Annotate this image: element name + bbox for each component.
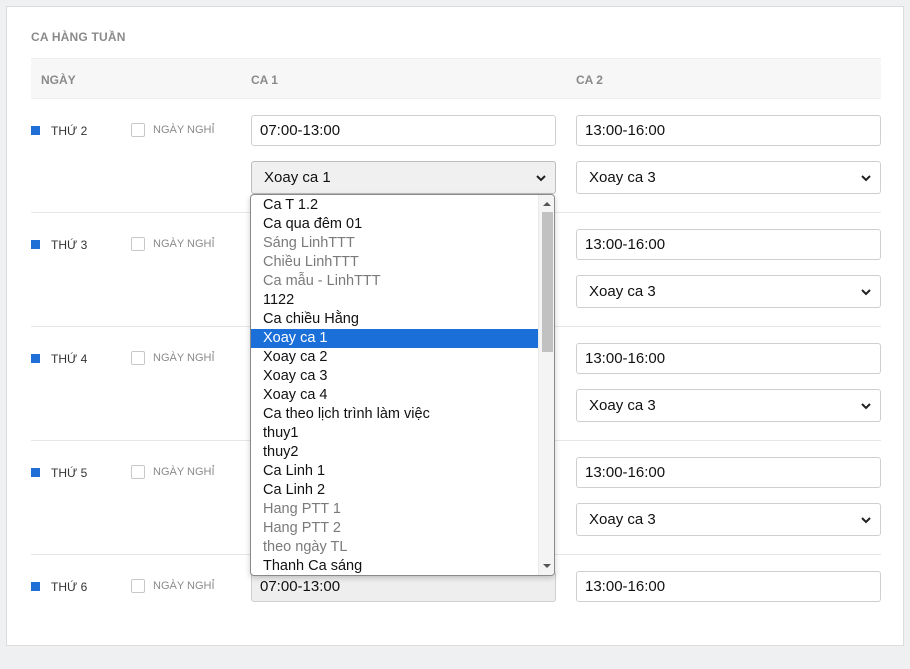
- shift2-time-input[interactable]: 13:00-16:00: [576, 571, 881, 602]
- day-off-label: NGÀY NGHỈ: [153, 124, 215, 136]
- dropdown-option[interactable]: Xoay ca 4: [251, 386, 538, 405]
- day-off-checkbox[interactable]: [131, 465, 145, 479]
- chevron-down-icon: [861, 175, 871, 182]
- shift2-time-input[interactable]: 13:00-16:00: [576, 343, 881, 374]
- table-header: NGÀY CA 1 CA 2: [31, 58, 881, 99]
- shift2-time-input[interactable]: 13:00-16:00: [576, 229, 881, 260]
- day-label: THỨ 2: [51, 124, 88, 138]
- dropdown-option[interactable]: Thanh Ca sáng: [251, 557, 538, 575]
- day-label: THỨ 6: [51, 580, 88, 594]
- section-title: CA HÀNG TUẦN: [31, 30, 126, 44]
- dropdown-option[interactable]: thuy1: [251, 424, 538, 443]
- dropdown-option[interactable]: Hang PTT 1: [251, 500, 538, 519]
- dropdown-option[interactable]: Xoay ca 1: [251, 329, 538, 348]
- dropdown-option[interactable]: Ca Linh 1: [251, 462, 538, 481]
- shift2-select-value: Xoay ca 3: [589, 283, 656, 300]
- scrollbar-thumb[interactable]: [542, 212, 553, 352]
- dropdown-option[interactable]: thuy2: [251, 443, 538, 462]
- day-label: THỨ 4: [51, 352, 88, 366]
- scroll-up-arrow-icon[interactable]: [543, 200, 551, 208]
- day-off-label: NGÀY NGHỈ: [153, 466, 215, 478]
- shift2-select[interactable]: Xoay ca 3: [576, 275, 881, 308]
- dropdown-option[interactable]: Ca qua đêm 01: [251, 215, 538, 234]
- day-marker: [31, 468, 40, 477]
- column-header-day: NGÀY: [41, 73, 76, 87]
- dropdown-option[interactable]: Ca T 1.2: [251, 196, 538, 215]
- dropdown-option[interactable]: Xoay ca 2: [251, 348, 538, 367]
- day-marker: [31, 354, 40, 363]
- day-off-checkbox[interactable]: [131, 237, 145, 251]
- day-marker: [31, 240, 40, 249]
- shift2-select-value: Xoay ca 3: [589, 169, 656, 186]
- dropdown-option[interactable]: Sáng LinhTTT: [251, 234, 538, 253]
- shift2-time-input[interactable]: 13:00-16:00: [576, 457, 881, 488]
- shift1-select-value: Xoay ca 1: [264, 169, 331, 186]
- shift1-select-dropdown[interactable]: Ca T 1.2 Ca qua đêm 01 Sáng LinhTTT Chiều L…: [250, 194, 555, 576]
- day-off-checkbox[interactable]: [131, 123, 145, 137]
- shift2-select[interactable]: Xoay ca 3: [576, 503, 881, 536]
- dropdown-option[interactable]: 1122: [251, 291, 538, 310]
- dropdown-option[interactable]: Xoay ca 3: [251, 367, 538, 386]
- chevron-down-icon: [536, 175, 546, 182]
- dropdown-option[interactable]: Ca chiều Hằng: [251, 310, 538, 329]
- column-header-shift1: CA 1: [251, 73, 278, 87]
- day-marker: [31, 582, 40, 591]
- dropdown-option[interactable]: Ca theo lịch trình làm việc: [251, 405, 538, 424]
- day-label: THỨ 3: [51, 238, 88, 252]
- shift2-time-input[interactable]: 13:00-16:00: [576, 115, 881, 146]
- column-header-shift2: CA 2: [576, 73, 603, 87]
- dropdown-option[interactable]: Chiều LinhTTT: [251, 253, 538, 272]
- day-off-label: NGÀY NGHỈ: [153, 580, 215, 592]
- dropdown-option[interactable]: Ca Linh 2: [251, 481, 538, 500]
- shift2-select[interactable]: Xoay ca 3: [576, 161, 881, 194]
- day-label: THỨ 5: [51, 466, 88, 480]
- chevron-down-icon: [861, 517, 871, 524]
- shift2-select-value: Xoay ca 3: [589, 397, 656, 414]
- day-off-checkbox[interactable]: [131, 579, 145, 593]
- dropdown-scrollbar[interactable]: [538, 195, 554, 575]
- day-off-label: NGÀY NGHỈ: [153, 238, 215, 250]
- day-marker: [31, 126, 40, 135]
- shift1-time-input[interactable]: 07:00-13:00: [251, 115, 556, 146]
- dropdown-option[interactable]: Hang PTT 2: [251, 519, 538, 538]
- shift2-select-value: Xoay ca 3: [589, 511, 656, 528]
- shift1-select[interactable]: Xoay ca 1: [251, 161, 556, 194]
- chevron-down-icon: [861, 289, 871, 296]
- day-off-label: NGÀY NGHỈ: [153, 352, 215, 364]
- dropdown-option[interactable]: Ca mẫu - LinhTTT: [251, 272, 538, 291]
- scroll-down-arrow-icon[interactable]: [543, 562, 551, 570]
- chevron-down-icon: [861, 403, 871, 410]
- dropdown-option[interactable]: theo ngày TL: [251, 538, 538, 557]
- shift2-select[interactable]: Xoay ca 3: [576, 389, 881, 422]
- day-off-checkbox[interactable]: [131, 351, 145, 365]
